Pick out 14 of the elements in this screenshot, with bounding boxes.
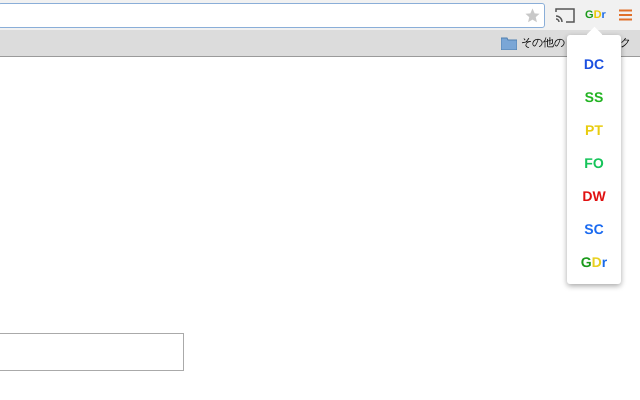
text-field[interactable] — [0, 333, 184, 371]
menu-item[interactable]: DW — [582, 179, 606, 212]
bookmark-folder-label[interactable]: その他の — [521, 34, 565, 52]
extension-button[interactable]: GDr — [585, 10, 606, 20]
bookmark-folder-label-tail[interactable]: ク — [620, 35, 631, 52]
menu-item[interactable]: GDr — [580, 245, 608, 278]
menu-item[interactable]: SC — [584, 212, 604, 245]
menu-item[interactable]: DC — [584, 47, 604, 80]
folder-icon — [501, 36, 517, 50]
menu-item[interactable]: SS — [584, 80, 604, 113]
address-bar[interactable] — [0, 2, 545, 28]
menu-icon[interactable] — [618, 9, 632, 21]
star-icon[interactable] — [524, 6, 541, 24]
cast-icon[interactable] — [555, 8, 575, 22]
